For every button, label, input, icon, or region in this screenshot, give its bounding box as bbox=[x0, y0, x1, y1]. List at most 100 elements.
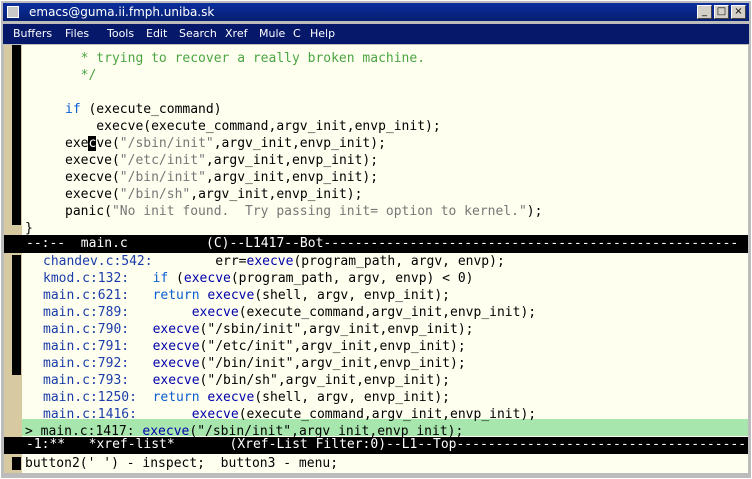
code-token: execve bbox=[152, 322, 200, 337]
menu-bar: Buffers Files Tools Edit Search Xref Mule C Help bbox=[3, 24, 749, 44]
xref-entry[interactable]: chandev.c:542: err=execve(program_path, … bbox=[43, 253, 505, 270]
code-text: (shell, argv, envp_init); bbox=[254, 288, 451, 303]
code-text: ("/bin/init",argv_init,envp_init); bbox=[199, 356, 466, 371]
code-token: "/bin/init" bbox=[119, 170, 206, 185]
code-token: execve bbox=[191, 305, 239, 320]
code-token: main.c:621: bbox=[43, 288, 130, 303]
source-scrollbar-thumb[interactable] bbox=[12, 45, 21, 225]
menu-help[interactable]: Help bbox=[310, 24, 335, 44]
code-text: (execute_command) bbox=[80, 102, 222, 117]
code-token: */ bbox=[80, 68, 97, 83]
menu-c[interactable]: C bbox=[293, 24, 301, 44]
code-text: ); bbox=[526, 204, 543, 219]
code-token: execve bbox=[152, 339, 200, 354]
code-token: execve bbox=[152, 356, 200, 371]
source-line[interactable]: execve("/bin/sh",argv_init,envp_init); bbox=[65, 186, 362, 203]
mode-line-main[interactable]: --:-- main.c (C)--L1417--Bot------------… bbox=[4, 236, 748, 252]
minibuffer-scrollbar[interactable] bbox=[4, 454, 22, 473]
code-token: return bbox=[152, 390, 200, 405]
source-line[interactable]: panic("No init found. Try passing init= … bbox=[65, 203, 542, 220]
source-line[interactable]: if (execute_command) bbox=[65, 101, 222, 118]
code-token: main.c:790: bbox=[43, 322, 130, 337]
xref-entry[interactable]: kmod.c:132: if (execve(program_path, arg… bbox=[43, 270, 474, 287]
xref-entry[interactable]: main.c:1416: execve(execute_command,argv… bbox=[43, 406, 536, 423]
code-token: kmod.c:132: bbox=[43, 271, 130, 286]
menu-xref[interactable]: Xref bbox=[225, 24, 247, 44]
title-bar[interactable]: emacs@guma.ii.fmph.uniba.sk _ □ × bbox=[3, 3, 749, 21]
code-text: (execute_command,argv_init,envp_init); bbox=[238, 305, 537, 320]
code-token: execve bbox=[183, 271, 231, 286]
code-token: main.c:1416: bbox=[43, 407, 137, 422]
code-text: (program_path, argv, envp) < 0) bbox=[230, 271, 474, 286]
xref-entry[interactable]: main.c:791: execve("/etc/init",argv_init… bbox=[43, 338, 466, 355]
code-text: ("/sbin/init",argv_init,envp_init); bbox=[199, 322, 474, 337]
code-token: "No init found. Try passing init= option… bbox=[111, 204, 527, 219]
code-text: ,argv_init,envp_init); bbox=[213, 136, 386, 151]
code-text: ,argv_init,envp_init); bbox=[205, 153, 379, 168]
source-line[interactable]: } bbox=[25, 220, 33, 237]
code-token: execve bbox=[207, 288, 255, 303]
source-line[interactable]: execve("/etc/init",argv_init,envp_init); bbox=[65, 152, 378, 169]
source-scrollbar[interactable] bbox=[4, 45, 22, 235]
xref-entry[interactable]: main.c:1250: return execve(shell, argv, … bbox=[43, 389, 450, 406]
minibuffer-text: button2(' ') - inspect; button3 - menu; bbox=[25, 456, 339, 471]
code-text: (execute_command,argv_init,envp_init); bbox=[238, 407, 537, 422]
code-token: main.c:792: bbox=[43, 356, 130, 371]
code-token: * trying to recover a really broken mach… bbox=[80, 51, 426, 66]
minimize-button[interactable]: _ bbox=[697, 5, 712, 19]
menu-buffers[interactable]: Buffers bbox=[13, 24, 52, 44]
code-token: main.c:789: bbox=[43, 305, 130, 320]
code-text: exe bbox=[65, 136, 89, 151]
emacs-window: emacs@guma.ii.fmph.uniba.sk _ □ × Buffer… bbox=[0, 0, 752, 479]
menu-tools[interactable]: Tools bbox=[107, 24, 134, 44]
maximize-button[interactable]: □ bbox=[714, 5, 729, 19]
code-token: return bbox=[152, 288, 200, 303]
xref-entry[interactable]: main.c:789: execve(execute_command,argv_… bbox=[43, 304, 536, 321]
menu-search[interactable]: Search bbox=[179, 24, 217, 44]
code-text: execve( bbox=[65, 153, 120, 168]
xref-entry[interactable]: main.c:793: execve("/bin/sh",argv_init,e… bbox=[43, 372, 450, 389]
code-text: panic( bbox=[65, 204, 112, 219]
close-button[interactable]: × bbox=[731, 5, 746, 19]
code-text: ("/bin/sh",argv_init,envp_init); bbox=[199, 373, 450, 388]
mode-line-xref[interactable]: -1:** *xref-list* (Xref-List Filter:0)--… bbox=[4, 437, 748, 453]
minibuffer[interactable]: button2(' ') - inspect; button3 - menu; bbox=[4, 454, 748, 473]
source-line[interactable]: */ bbox=[65, 67, 97, 84]
xref-entry[interactable]: main.c:621: return execve(shell, argv, e… bbox=[43, 287, 450, 304]
code-token: "/bin/sh" bbox=[119, 187, 191, 202]
xref-scrollbar[interactable] bbox=[4, 253, 22, 437]
code-text: ( bbox=[168, 271, 184, 286]
code-text: execve( bbox=[65, 170, 120, 185]
xref-entry[interactable]: main.c:790: execve("/sbin/init",argv_ini… bbox=[43, 321, 473, 338]
code-token: main.c:793: bbox=[43, 373, 130, 388]
minibuffer-scrollbar-thumb[interactable] bbox=[12, 457, 21, 470]
code-token: execve bbox=[207, 390, 255, 405]
xref-scrollbar-thumb[interactable] bbox=[12, 255, 21, 375]
code-token: if bbox=[152, 271, 169, 286]
code-token: "/etc/init" bbox=[119, 153, 206, 168]
menu-files[interactable]: Files bbox=[65, 24, 89, 44]
code-text: err= bbox=[152, 254, 247, 269]
code-text: execve( bbox=[65, 187, 120, 202]
code-token: execve bbox=[246, 254, 294, 269]
source-line[interactable]: execve("/sbin/init",argv_init,envp_init)… bbox=[65, 135, 386, 152]
window-icon[interactable] bbox=[7, 6, 19, 18]
code-text: (shell, argv, envp_init); bbox=[254, 390, 451, 405]
code-text: ve( bbox=[96, 136, 120, 151]
code-text: ("/etc/init",argv_init,envp_init); bbox=[199, 339, 466, 354]
menu-edit[interactable]: Edit bbox=[146, 24, 167, 44]
code-token: if bbox=[65, 102, 81, 117]
source-line[interactable]: * trying to recover a really broken mach… bbox=[65, 50, 425, 67]
code-token: execve bbox=[152, 373, 200, 388]
source-line[interactable]: execve("/bin/init",argv_init,envp_init); bbox=[65, 169, 378, 186]
source-line[interactable]: execve(execute_command,argv_init,envp_in… bbox=[65, 118, 440, 135]
menu-mule[interactable]: Mule bbox=[259, 24, 285, 44]
code-token: main.c:1250: bbox=[43, 390, 137, 405]
xref-entry[interactable]: main.c:792: execve("/bin/init",argv_init… bbox=[43, 355, 466, 372]
